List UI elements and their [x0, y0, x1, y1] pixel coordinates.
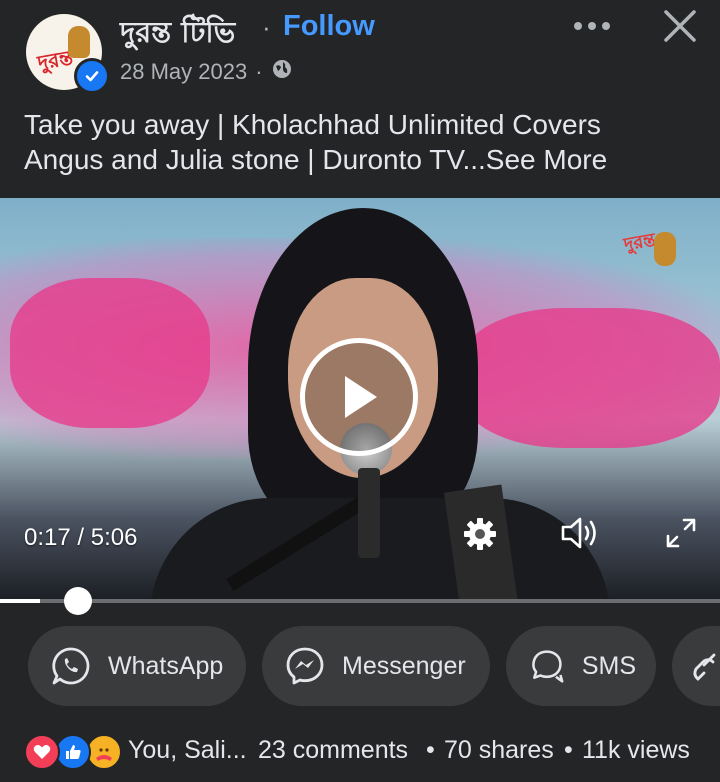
stage-banner-shape — [460, 308, 720, 448]
post-stats: You, Sali... 23 comments • 70 shares • 1… — [0, 722, 720, 778]
tiger-mascot-icon — [68, 26, 90, 58]
stats-dot-2: • — [564, 736, 573, 764]
play-button[interactable] — [300, 338, 418, 456]
caption-line-2-text: Angus and Julia stone | Duronto TV — [24, 144, 463, 175]
play-icon — [345, 376, 377, 418]
performer-body — [150, 498, 610, 600]
video-player[interactable]: দুরন্ত 0:17 / 5:06 — [0, 198, 720, 600]
post-date[interactable]: 28 May 2023 — [120, 59, 247, 85]
see-more-link[interactable]: ...See More — [462, 144, 607, 175]
globe-icon — [271, 58, 293, 86]
duration: 5:06 — [90, 524, 138, 551]
sms-icon — [532, 650, 564, 683]
close-button[interactable] — [658, 6, 702, 46]
gear-icon — [464, 518, 496, 550]
video-time: 0:17 / 5:06 — [24, 524, 137, 552]
messenger-icon — [286, 647, 324, 685]
share-copy-link-button[interactable] — [672, 626, 720, 706]
whatsapp-icon — [52, 647, 90, 685]
share-messenger-button[interactable]: Messenger — [262, 626, 490, 706]
share-options: WhatsApp Messenger SMS — [0, 626, 720, 708]
current-time: 0:17 — [24, 524, 71, 551]
like-reaction-icon[interactable] — [55, 734, 91, 770]
close-icon — [664, 10, 696, 42]
page-name[interactable]: দুরন্ত টিভি — [120, 10, 235, 59]
reactors-summary[interactable]: You, Sali... — [128, 736, 247, 765]
watermark-tiger-icon — [654, 232, 676, 266]
name-separator: · — [262, 12, 271, 42]
caption-line-2: Angus and Julia stone | Duronto TV...See… — [24, 142, 704, 177]
settings-button[interactable] — [460, 514, 500, 554]
meta-separator: · — [255, 59, 263, 84]
caption-line-1: Take you away | Kholachhad Unlimited Cov… — [24, 109, 601, 140]
share-whatsapp-label: WhatsApp — [108, 651, 224, 680]
share-sms-button[interactable]: SMS — [506, 626, 656, 706]
post-meta: 28 May 2023 · — [120, 58, 293, 86]
views-count: 11k views — [582, 736, 690, 764]
link-icon — [693, 653, 716, 681]
stats-dot-1: • — [426, 736, 435, 764]
shares-count[interactable]: 70 shares — [444, 736, 554, 765]
care-reaction-icon[interactable] — [86, 734, 122, 770]
volume-button[interactable] — [558, 512, 604, 554]
progress-fill — [0, 599, 40, 603]
follow-button[interactable]: Follow — [283, 10, 375, 43]
time-separator: / — [77, 524, 85, 551]
volume-icon — [561, 517, 596, 549]
channel-watermark: দুরন্ত — [622, 229, 658, 256]
fullscreen-icon — [666, 518, 696, 548]
fullscreen-button[interactable] — [660, 512, 702, 554]
comments-count[interactable]: 23 comments — [258, 736, 408, 765]
more-dots-icon — [574, 22, 610, 30]
verified-badge-icon — [74, 58, 110, 94]
progress-handle[interactable] — [64, 587, 92, 615]
stage-banner-shape — [10, 278, 210, 428]
progress-bar[interactable] — [0, 599, 720, 603]
love-reaction-icon[interactable] — [24, 734, 60, 770]
post-header: দুরন্ত দুরন্ত টিভি · Follow 28 May 2023 … — [0, 0, 720, 100]
share-whatsapp-button[interactable]: WhatsApp — [28, 626, 246, 706]
more-options-button[interactable] — [570, 10, 614, 42]
post-caption: Take you away | Kholachhad Unlimited Cov… — [24, 107, 704, 177]
share-messenger-label: Messenger — [342, 651, 466, 680]
microphone-handle — [358, 468, 380, 558]
share-sms-label: SMS — [581, 651, 636, 680]
